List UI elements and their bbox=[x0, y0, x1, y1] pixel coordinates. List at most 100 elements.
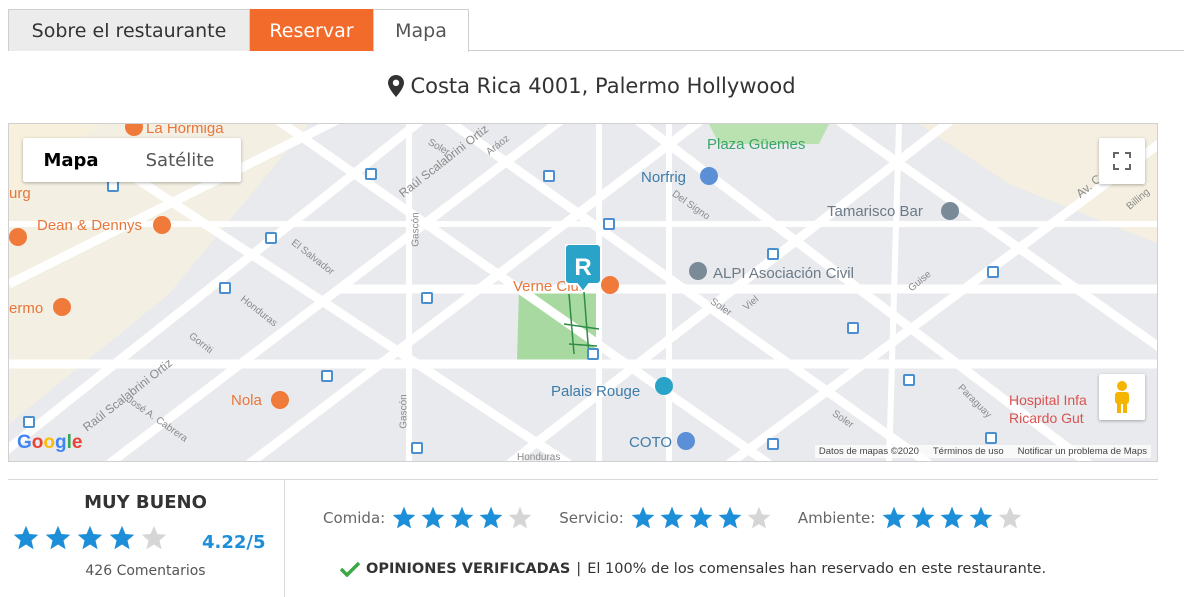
terms-link[interactable]: Términos de uso bbox=[933, 446, 1004, 457]
star-empty-icon bbox=[747, 506, 771, 529]
tab-bar: Sobre el restaurante Reservar Mapa bbox=[8, 9, 1184, 52]
poi-coto[interactable]: COTO bbox=[629, 434, 672, 451]
sub-rating-label: Comida: bbox=[323, 509, 386, 527]
verified-title: OPINIONES VERIFICADAS bbox=[366, 561, 571, 577]
star-filled-icon bbox=[392, 506, 416, 529]
bus-stop-icon bbox=[321, 370, 333, 382]
star-filled-icon bbox=[940, 506, 964, 529]
place-icon bbox=[689, 262, 707, 280]
sub-rating-2: Ambiente: bbox=[798, 505, 1023, 531]
verified-separator: | bbox=[576, 561, 582, 577]
star-filled-icon bbox=[479, 506, 503, 529]
poi-urg: urg bbox=[9, 185, 31, 202]
shopping-icon bbox=[677, 432, 695, 450]
restaurant-marker-icon[interactable]: R bbox=[565, 244, 601, 292]
restaurant-icon bbox=[601, 276, 619, 294]
star-filled-icon bbox=[77, 525, 103, 550]
rating-verdict: MUY BUENO bbox=[84, 492, 207, 513]
poi-norfrig[interactable]: Norfrig bbox=[641, 169, 686, 186]
poi-palais-rouge[interactable]: Palais Rouge bbox=[551, 383, 640, 400]
star-filled-icon bbox=[882, 506, 906, 529]
shopping-icon bbox=[700, 167, 718, 185]
bus-stop-icon bbox=[987, 266, 999, 278]
map-view[interactable]: Plaza Güemes Norfrig Tamarisco Bar ALPI … bbox=[8, 123, 1158, 462]
star-empty-icon bbox=[508, 506, 532, 529]
bus-stop-icon bbox=[847, 322, 859, 334]
poi-nola[interactable]: Nola bbox=[231, 392, 262, 409]
map-type-satellite-button[interactable]: Satélite bbox=[119, 138, 241, 182]
street-gascon-1: Gascón bbox=[410, 212, 422, 247]
bus-stop-icon bbox=[903, 374, 915, 386]
fullscreen-button[interactable] bbox=[1099, 138, 1145, 184]
place-icon bbox=[941, 202, 959, 220]
star-empty-icon bbox=[141, 525, 167, 550]
bus-stop-icon bbox=[767, 438, 779, 450]
sub-rating-stars bbox=[630, 505, 772, 531]
comments-count-link[interactable]: 426 Comentarios bbox=[8, 563, 283, 579]
star-filled-icon bbox=[631, 506, 655, 529]
address-text: Costa Rica 4001, Palermo Hollywood bbox=[410, 74, 796, 98]
star-filled-icon bbox=[421, 506, 445, 529]
tab-reserve[interactable]: Reservar bbox=[250, 9, 373, 51]
bus-stop-icon bbox=[219, 282, 231, 294]
fullscreen-icon bbox=[1113, 152, 1131, 170]
poi-hospital-2[interactable]: Ricardo Gut bbox=[1009, 410, 1084, 426]
street-honduras-2: Honduras bbox=[517, 452, 561, 462]
poi-alpi[interactable]: ALPI Asociación Civil bbox=[713, 265, 854, 282]
bus-stop-icon bbox=[421, 292, 433, 304]
star-filled-icon bbox=[969, 506, 993, 529]
star-filled-icon bbox=[689, 506, 713, 529]
sub-rating-label: Servicio: bbox=[559, 509, 624, 527]
tab-about[interactable]: Sobre el restaurante bbox=[8, 9, 250, 51]
star-filled-icon bbox=[718, 506, 742, 529]
bus-stop-icon bbox=[587, 348, 599, 360]
restaurant-address: Costa Rica 4001, Palermo Hollywood bbox=[0, 74, 1184, 98]
poi-dean-dennys[interactable]: Dean & Dennys bbox=[37, 217, 142, 234]
poi-hospital-1[interactable]: Hospital Infa bbox=[1009, 392, 1087, 408]
star-filled-icon bbox=[911, 506, 935, 529]
verified-text: El 100% de los comensales han reservado … bbox=[587, 561, 1047, 577]
star-filled-icon bbox=[450, 506, 474, 529]
tab-map-label: Mapa bbox=[395, 20, 447, 42]
bus-stop-icon bbox=[365, 168, 377, 180]
svg-text:R: R bbox=[574, 254, 591, 281]
bus-stop-icon bbox=[603, 218, 615, 230]
tab-map[interactable]: Mapa bbox=[373, 9, 469, 52]
star-filled-icon bbox=[45, 525, 71, 550]
poi-tamarisco-bar[interactable]: Tamarisco Bar bbox=[827, 203, 923, 220]
poi-la-hormiga[interactable]: La Hormiga bbox=[146, 124, 224, 137]
pegman-icon bbox=[1115, 381, 1129, 413]
map-type-map-button[interactable]: Mapa bbox=[23, 138, 119, 182]
report-problem-link[interactable]: Notificar un problema de Maps bbox=[1018, 446, 1147, 457]
poi-ermo: ermo bbox=[9, 300, 44, 317]
sub-rating-stars bbox=[391, 505, 533, 531]
restaurant-icon bbox=[271, 391, 289, 409]
bus-stop-icon bbox=[265, 232, 277, 244]
check-icon bbox=[340, 561, 360, 577]
landmark-icon bbox=[655, 377, 673, 395]
verified-reviews: OPINIONES VERIFICADAS | El 100% de los c… bbox=[340, 561, 1046, 577]
star-filled-icon bbox=[109, 525, 135, 550]
bus-stop-icon bbox=[543, 170, 555, 182]
vertical-divider bbox=[284, 480, 285, 597]
street-gascon-2: Gascón bbox=[398, 394, 410, 429]
sub-rating-stars bbox=[881, 505, 1023, 531]
sub-rating-0: Comida: bbox=[323, 505, 533, 531]
sub-ratings: Comida: Servicio: Ambiente: bbox=[323, 505, 1049, 531]
bus-stop-icon bbox=[985, 432, 997, 444]
poi-plaza-guemes[interactable]: Plaza Güemes bbox=[707, 136, 805, 153]
location-pin-icon bbox=[388, 75, 405, 97]
restaurant-icon bbox=[9, 228, 27, 246]
street-view-button[interactable] bbox=[1099, 374, 1145, 420]
map-data-credit: Datos de mapas ©2020 bbox=[818, 446, 919, 457]
map-type-control: Mapa Satélite bbox=[23, 138, 241, 182]
bus-stop-icon bbox=[23, 416, 35, 428]
restaurant-icon bbox=[53, 298, 71, 316]
tab-about-label: Sobre el restaurante bbox=[31, 19, 227, 42]
star-filled-icon bbox=[13, 525, 39, 550]
rating-score: 4.22/5 bbox=[202, 532, 266, 553]
google-logo[interactable]: Google bbox=[17, 432, 82, 454]
overall-stars bbox=[12, 524, 168, 552]
sub-rating-label: Ambiente: bbox=[797, 509, 876, 527]
sub-rating-1: Servicio: bbox=[559, 505, 772, 531]
